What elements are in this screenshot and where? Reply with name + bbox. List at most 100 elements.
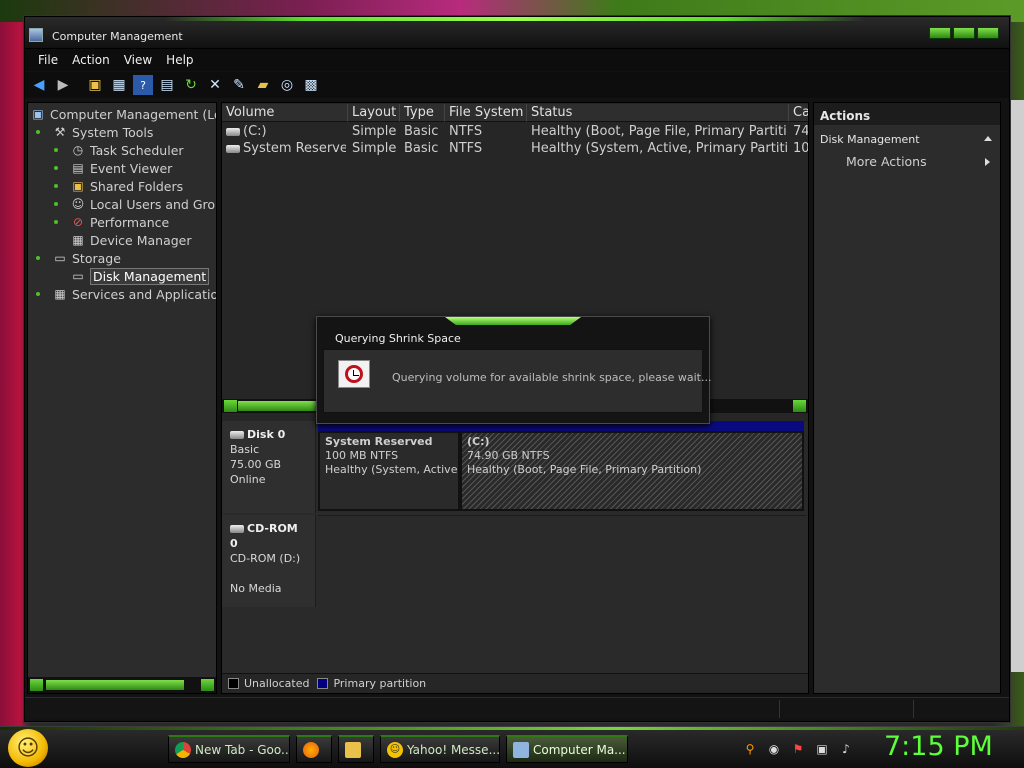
taskbar-button-explorer[interactable]	[338, 735, 374, 763]
scroll-right-arrow[interactable]	[793, 400, 806, 412]
storage-icon: ▭	[54, 251, 66, 265]
tree-horizontal-scrollbar[interactable]	[28, 677, 216, 693]
column-header-status[interactable]: Status	[527, 104, 789, 122]
menu-view[interactable]: View	[117, 53, 159, 67]
table-row[interactable]: (C:) Simple Basic NTFS Healthy (Boot, Pa…	[222, 124, 808, 141]
forward-arrow-icon[interactable]: ▶	[53, 75, 73, 95]
dialog-body: Querying volume for available shrink spa…	[323, 349, 711, 413]
menu-help[interactable]: Help	[159, 53, 200, 67]
expand-bullet[interactable]	[54, 184, 58, 188]
partition-c-drive[interactable]: (C:) 74.90 GB NTFS Healthy (Boot, Page F…	[460, 431, 804, 511]
column-header-volume[interactable]: Volume	[222, 104, 348, 122]
tree-item-disk-management[interactable]: ▭ Disk Management	[70, 267, 210, 285]
dialog-glow	[445, 317, 581, 325]
export-list-icon[interactable]: ▩	[301, 75, 321, 95]
taskbar-button-yahoo-messenger[interactable]: ☺ Yahoo! Messe...	[380, 735, 500, 763]
scroll-thumb[interactable]	[46, 680, 184, 690]
title-bar[interactable]: Computer Management	[25, 17, 1009, 49]
tree-item-device-manager[interactable]: ▦ Device Manager	[70, 231, 191, 249]
querying-shrink-space-dialog: Querying Shrink Space Querying volume fo…	[316, 316, 711, 424]
expand-bullet[interactable]	[54, 148, 58, 152]
maximize-button[interactable]	[953, 27, 975, 39]
expand-bullet[interactable]	[36, 256, 40, 260]
shared-folders-icon: ▣	[72, 179, 84, 193]
cdrom-empty-area	[318, 515, 806, 607]
taskbar-button-computer-management[interactable]: Computer Ma...	[506, 735, 628, 763]
expand-bullet[interactable]	[36, 130, 40, 134]
scroll-left-arrow[interactable]	[224, 400, 237, 412]
column-header-type[interactable]: Type	[400, 104, 445, 122]
collapse-icon[interactable]	[984, 136, 992, 141]
tree-root[interactable]: ▣ Computer Management (Loc	[30, 105, 216, 123]
network-icon[interactable]: ▣	[814, 741, 830, 757]
primary-partition-swatch	[317, 678, 329, 689]
start-button[interactable]: ☺	[8, 729, 48, 767]
action-center-icon[interactable]: ⚑	[790, 741, 806, 757]
disk-0-label[interactable]: Disk 0 Basic 75.00 GB Online	[222, 421, 316, 513]
scroll-thumb[interactable]	[238, 401, 328, 411]
window-title: Computer Management	[52, 30, 183, 43]
cd-rom-icon	[230, 525, 244, 533]
back-arrow-icon[interactable]: ◀	[29, 75, 49, 95]
tree-item-performance[interactable]: ⊘ Performance	[70, 213, 169, 231]
volume-icon[interactable]: ♪	[838, 741, 854, 757]
properties-icon[interactable]: ▤	[157, 75, 177, 95]
taskbar: ☺ New Tab - Goo... ☺ Yahoo! Messe... Com…	[0, 726, 1024, 768]
wizard-icon[interactable]: ✎	[229, 75, 249, 95]
navigation-tree: ▣ Computer Management (Loc ⚒ System Tool…	[27, 102, 217, 694]
close-button[interactable]	[977, 27, 999, 39]
help-icon[interactable]: ?	[133, 75, 153, 95]
taskbar-button-firefox[interactable]	[296, 735, 332, 763]
disk-management-icon: ▭	[72, 269, 84, 283]
menu-file[interactable]: File	[31, 53, 65, 67]
expand-bullet[interactable]	[54, 166, 58, 170]
device-manager-icon: ▦	[72, 233, 84, 247]
actions-pane: Actions Disk Management More Actions	[813, 102, 1001, 694]
users-icon: ☺	[71, 197, 85, 211]
minimize-button[interactable]	[929, 27, 951, 39]
clock-icon	[338, 360, 370, 388]
taskbar-button-chrome[interactable]: New Tab - Goo...	[168, 735, 290, 763]
column-header-file-system[interactable]: File System	[445, 104, 527, 122]
tree-item-storage[interactable]: ▭ Storage	[52, 249, 121, 267]
tree-item-services-applications[interactable]: ▦ Services and Application	[52, 285, 216, 303]
background-scrollbar[interactable]	[1011, 100, 1024, 672]
drive-icon	[226, 127, 240, 136]
clock-icon: ◷	[72, 143, 84, 157]
expand-bullet[interactable]	[54, 202, 58, 206]
primary-partition-bar	[320, 431, 458, 433]
drive-icon	[226, 144, 240, 153]
search-icon[interactable]: ◎	[277, 75, 297, 95]
actions-section-disk-management[interactable]: Disk Management	[814, 125, 1000, 149]
tree-item-task-scheduler[interactable]: ◷ Task Scheduler	[70, 141, 184, 159]
delete-icon[interactable]: ✕	[205, 75, 225, 95]
scroll-left-arrow[interactable]	[30, 679, 43, 691]
up-folder-icon[interactable]: ▣	[85, 75, 105, 95]
refresh-icon[interactable]: ↻	[181, 75, 201, 95]
unallocated-swatch	[228, 678, 239, 689]
tree-item-event-viewer[interactable]: ▤ Event Viewer	[70, 159, 172, 177]
expand-bullet[interactable]	[36, 292, 40, 296]
open-folder-icon[interactable]: ▰	[253, 75, 273, 95]
cdrom-0-label[interactable]: CD-ROM 0 CD-ROM (D:) No Media	[222, 515, 316, 607]
scroll-right-arrow[interactable]	[201, 679, 214, 691]
expand-bullet[interactable]	[54, 220, 58, 224]
taskbar-clock[interactable]: 7:15 PM	[884, 731, 993, 762]
tree-item-system-tools[interactable]: ⚒ System Tools	[52, 123, 154, 141]
column-header-capacity[interactable]: Ca	[789, 104, 808, 122]
more-actions-item[interactable]: More Actions	[814, 149, 1000, 173]
yahoo-messenger-icon: ☺	[387, 741, 403, 758]
dialog-title: Querying Shrink Space	[335, 332, 461, 345]
column-header-layout[interactable]: Layout	[348, 104, 400, 122]
tree-item-local-users[interactable]: ☺ Local Users and Grou	[70, 195, 216, 213]
graphical-disk-view: Disk 0 Basic 75.00 GB Online System Rese…	[222, 421, 808, 681]
messenger-status-icon[interactable]: ◉	[766, 741, 782, 757]
services-icon: ▦	[54, 287, 66, 301]
tree-item-shared-folders[interactable]: ▣ Shared Folders	[70, 177, 183, 195]
partition-system-reserved[interactable]: System Reserved 100 MB NTFS Healthy (Sys…	[318, 431, 460, 511]
search-icon[interactable]: ⚲	[742, 741, 758, 757]
table-row[interactable]: System Reserved Simple Basic NTFS Health…	[222, 141, 808, 158]
computer-management-icon: ▣	[32, 107, 44, 121]
menu-action[interactable]: Action	[65, 53, 117, 67]
show-hide-tree-icon[interactable]: ▦	[109, 75, 129, 95]
